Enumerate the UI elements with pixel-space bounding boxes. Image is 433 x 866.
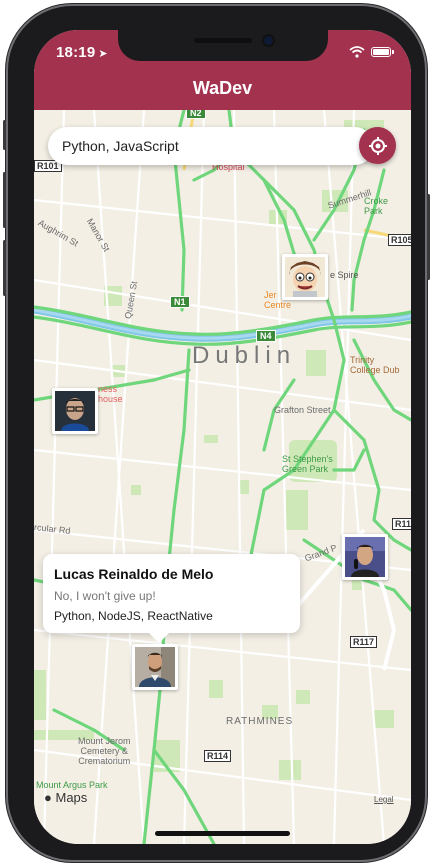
- map-label-croke: Croke Park: [364, 196, 389, 216]
- front-camera: [264, 36, 273, 45]
- dev-marker-cartoon[interactable]: [282, 254, 328, 300]
- home-indicator[interactable]: [155, 831, 290, 836]
- callout-name: Lucas Reinaldo de Melo: [54, 566, 214, 582]
- battery-icon: [371, 47, 394, 57]
- map-label-grafton: Grafton Street: [274, 405, 331, 415]
- volume-down-button: [3, 240, 6, 296]
- apple-maps-logo: ● Maps: [44, 790, 88, 805]
- dev-marker-glasses[interactable]: [52, 388, 98, 434]
- road-shield-r105: R105: [388, 234, 411, 246]
- apple-icon: ●: [44, 790, 52, 805]
- power-button: [427, 194, 430, 280]
- map-label-jerome: Mount Jerom Cemetery & Crematorium: [78, 736, 131, 766]
- app-title: WaDev: [192, 78, 253, 98]
- map-view[interactable]: Hospital Aughrim St Manor St Queen St Su…: [34, 107, 411, 844]
- crosshair-icon: [368, 136, 387, 155]
- avatar-mic: [345, 537, 385, 577]
- notch: [118, 30, 328, 61]
- avatar-lucas: [135, 647, 175, 687]
- road-shield-r114: R114: [204, 750, 232, 762]
- legal-link[interactable]: Legal: [374, 795, 394, 804]
- volume-up-button: [3, 172, 6, 228]
- speaker-grille: [194, 38, 252, 43]
- locate-button[interactable]: [359, 127, 396, 164]
- status-time: 18:19 ➤: [56, 44, 108, 61]
- map-label-guinness: ness house: [98, 384, 123, 404]
- map-label-city: Dublin: [192, 342, 297, 369]
- map-label-spire: e Spire: [330, 270, 359, 280]
- screen: Hospital Aughrim St Manor St Queen St Su…: [34, 30, 411, 844]
- avatar-glasses: [55, 391, 95, 431]
- techs-search-input[interactable]: [48, 127, 374, 165]
- dev-marker-mic[interactable]: [342, 534, 388, 580]
- map-label-trinity: Trinity College Dub: [350, 355, 400, 375]
- road-shield-n1: N1: [170, 296, 190, 308]
- road-shield-n4: N4: [256, 330, 276, 342]
- dev-marker-lucas[interactable]: [132, 644, 178, 690]
- map-label-stephens: St Stephen's Green Park: [282, 454, 333, 474]
- avatar-cartoon: [285, 257, 325, 297]
- location-arrow-icon: ➤: [98, 48, 108, 60]
- mute-switch: [3, 120, 6, 150]
- map-label-argus: Mount Argus Park: [36, 780, 108, 790]
- callout-bio: No, I won't give up!: [54, 589, 156, 603]
- developer-callout[interactable]: Lucas Reinaldo de Melo No, I won't give …: [43, 554, 300, 643]
- road-shield-r117: R117: [350, 636, 378, 648]
- callout-techs: Python, NodeJS, ReactNative: [54, 609, 213, 623]
- road-shield-r111: R111: [392, 518, 411, 530]
- wifi-icon: [349, 46, 365, 58]
- phone-frame: Hospital Aughrim St Manor St Queen St Su…: [3, 4, 430, 862]
- map-label-rathmines: RATHMINES: [226, 716, 294, 727]
- status-icons: [349, 46, 394, 58]
